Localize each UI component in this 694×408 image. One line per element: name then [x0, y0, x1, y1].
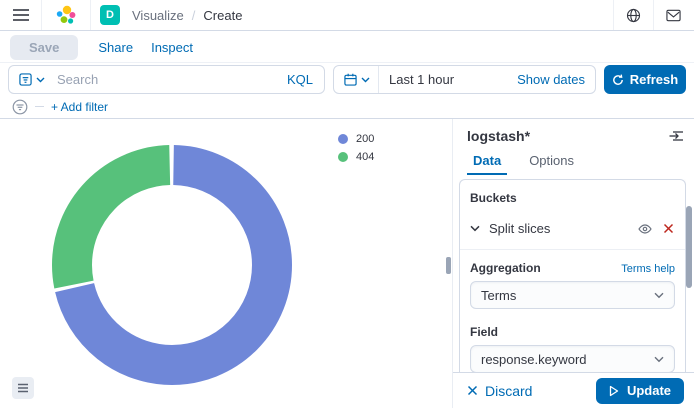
tab-options[interactable]: Options — [523, 152, 580, 175]
play-icon — [609, 385, 619, 397]
aggregation-value: Terms — [481, 288, 516, 303]
share-button[interactable]: Share — [98, 40, 133, 55]
divider — [653, 0, 654, 30]
legend-toggle-button[interactable] — [12, 377, 34, 399]
newsfeed-button[interactable] — [663, 6, 684, 25]
update-button[interactable]: Update — [596, 378, 684, 404]
show-dates-button[interactable]: Show dates — [517, 72, 595, 87]
chevron-down-icon — [36, 77, 45, 83]
chevron-down-icon — [361, 77, 370, 83]
elastic-logo[interactable] — [51, 4, 81, 26]
saved-query-icon — [19, 73, 32, 86]
discard-label: Discard — [485, 383, 532, 399]
date-picker: Last 1 hour Show dates — [333, 65, 596, 94]
split-slices-label: Split slices — [489, 221, 628, 236]
sidebar-scrollbar[interactable] — [686, 206, 692, 288]
vis-editor-sidebar: logstash* Data Options Buckets Split sli… — [452, 119, 694, 408]
legend-item-404[interactable]: 404 — [338, 148, 374, 166]
breadcrumb-separator: / — [192, 8, 196, 23]
field-label-row: Field — [470, 325, 675, 339]
panel-resize-handle[interactable] — [446, 257, 451, 274]
menu-button[interactable] — [10, 5, 32, 25]
collapse-sidebar-button[interactable] — [666, 127, 686, 145]
field-label: Field — [470, 325, 498, 339]
donut-chart — [52, 145, 292, 385]
discard-button[interactable]: Discard — [463, 383, 536, 399]
chart-legend: 200 404 — [338, 130, 374, 166]
chevron-down-icon — [654, 356, 664, 363]
inspect-button[interactable]: Inspect — [151, 40, 193, 55]
save-button[interactable]: Save — [10, 35, 78, 60]
time-range-value[interactable]: Last 1 hour — [379, 72, 517, 87]
terms-help-link[interactable]: Terms help — [621, 263, 675, 275]
saved-query-menu-button[interactable] — [9, 66, 53, 93]
chart-area: 200 404 — [0, 119, 452, 408]
globe-icon — [626, 8, 641, 23]
refresh-button[interactable]: Refresh — [604, 65, 686, 94]
aggregation-label-row: Aggregation Terms help — [470, 261, 675, 275]
query-language-button[interactable]: KQL — [276, 72, 324, 87]
divider — [90, 0, 91, 30]
legend-label: 404 — [356, 151, 374, 163]
mail-icon — [666, 9, 681, 22]
toggle-visibility-button[interactable] — [637, 223, 653, 235]
help-button[interactable] — [623, 5, 644, 26]
remove-bucket-button[interactable] — [662, 222, 675, 235]
tab-data[interactable]: Data — [467, 152, 507, 175]
filter-circle-icon[interactable] — [12, 99, 28, 115]
visualization-workspace: 200 404 logstash* Data Options — [0, 118, 694, 408]
filter-bar: + Add filter — [0, 95, 120, 118]
chevron-down-icon — [654, 292, 664, 299]
legend-label: 200 — [356, 133, 374, 145]
legend-item-200[interactable]: 200 — [338, 130, 374, 148]
calendar-icon — [344, 73, 357, 86]
add-filter-button[interactable]: + Add filter — [51, 100, 108, 114]
update-label: Update — [627, 383, 671, 398]
legend-dot — [338, 152, 348, 162]
breadcrumb-visualize[interactable]: Visualize — [132, 8, 184, 23]
cross-icon — [663, 223, 674, 234]
search-box: KQL — [8, 65, 325, 94]
hamburger-icon — [13, 8, 29, 22]
sidebar-scroll-area: Buckets Split slices — [459, 179, 686, 372]
sidebar-footer: Discard Update — [453, 372, 694, 408]
divider — [613, 0, 614, 30]
split-slices-row[interactable]: Split slices — [468, 221, 677, 249]
field-value: response.keyword — [481, 352, 587, 367]
query-bar: KQL Last 1 hour Show dates Refresh — [0, 65, 694, 94]
divider — [35, 106, 44, 107]
collapse-panel-icon — [669, 130, 683, 142]
divider — [460, 249, 685, 250]
index-pattern-title: logstash* — [467, 128, 530, 144]
cross-icon — [467, 385, 478, 396]
field-select[interactable]: response.keyword — [470, 345, 675, 372]
refresh-icon — [612, 74, 624, 86]
search-input[interactable] — [53, 72, 276, 87]
top-navigation: D Visualize / Create — [0, 0, 694, 31]
aggregation-select[interactable]: Terms — [470, 281, 675, 309]
visualize-action-bar: Save Share Inspect — [0, 32, 694, 63]
buckets-heading: Buckets — [470, 191, 677, 205]
date-quick-menu-button[interactable] — [334, 66, 379, 93]
breadcrumb-create: Create — [203, 8, 242, 23]
refresh-label: Refresh — [630, 72, 678, 87]
eye-icon — [638, 224, 652, 234]
list-icon — [17, 382, 29, 394]
buckets-panel: Buckets Split slices — [459, 179, 686, 372]
chevron-down-icon — [470, 225, 480, 232]
legend-dot — [338, 134, 348, 144]
sidebar-tabs: Data Options — [467, 152, 580, 175]
aggregation-label: Aggregation — [470, 261, 541, 275]
divider — [41, 0, 42, 30]
space-badge[interactable]: D — [100, 5, 120, 25]
breadcrumb: Visualize / Create — [132, 8, 242, 23]
